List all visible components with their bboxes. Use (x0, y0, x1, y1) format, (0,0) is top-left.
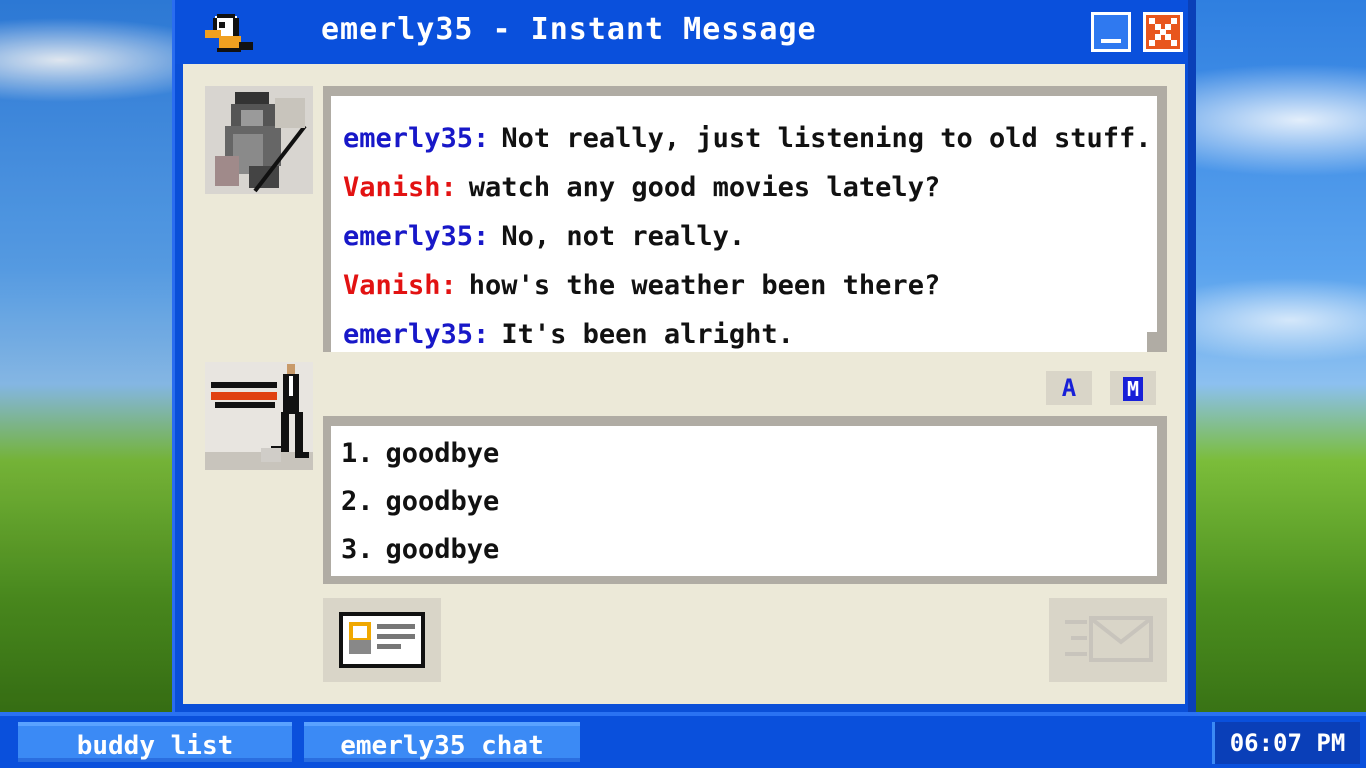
message-text: Not really, just listening to old stuff. (501, 123, 1152, 154)
reply-option[interactable]: 2. goodbye (341, 478, 1157, 526)
taskbar: buddy list emerly35 chat 06:07 PM (0, 712, 1366, 768)
message-text: how's the weather been there? (468, 270, 941, 301)
taskbar-chat-window[interactable]: emerly35 chat (304, 722, 580, 762)
send-button[interactable] (1049, 598, 1167, 682)
chat-message: emerly35: No, not really. (343, 212, 1157, 261)
style-button-label: M (1122, 377, 1144, 401)
message-text: watch any good movies lately? (468, 172, 941, 203)
minimize-button[interactable] (1091, 12, 1131, 52)
message-sender: Vanish: (343, 270, 457, 301)
reply-text: goodbye (385, 438, 500, 469)
buddy-avatar (205, 86, 313, 194)
user-avatar (205, 362, 313, 470)
profile-button[interactable] (323, 598, 441, 682)
close-button[interactable] (1143, 12, 1183, 52)
reply-number: 3. (341, 534, 374, 565)
envelope-send-icon (1065, 616, 1153, 662)
chat-message: Vanish: how's the weather been there? (343, 261, 1157, 310)
chat-log[interactable]: emerly35: Not really, just listening to o… (323, 86, 1167, 352)
message-sender: emerly35: (343, 221, 490, 252)
reply-text: goodbye (385, 486, 500, 517)
reply-options-list: 1. goodbye 2. goodbye 3. goodbye (331, 426, 1157, 576)
window-client-area: emerly35: Not really, just listening to o… (183, 64, 1185, 704)
chat-message: emerly35: Not really, just listening to o… (343, 114, 1157, 163)
instant-message-window: emerly35 - Instant Message emerly35: Not… (172, 0, 1196, 712)
style-button[interactable]: M (1107, 368, 1159, 408)
profile-card-icon (339, 612, 425, 668)
taskbar-buddy-list[interactable]: buddy list (18, 722, 292, 762)
font-button-label: A (1061, 374, 1077, 402)
reply-option[interactable]: 3. goodbye (341, 526, 1157, 574)
message-sender: emerly35: (343, 319, 490, 350)
window-title: emerly35 - Instant Message (321, 12, 817, 47)
reply-text: goodbye (385, 534, 500, 565)
reply-number: 1. (341, 438, 374, 469)
duck-icon (205, 14, 253, 52)
chat-log-content: emerly35: Not really, just listening to o… (331, 96, 1157, 352)
truncated-previous-message (343, 96, 1157, 114)
message-text: It's been alright. (501, 319, 794, 350)
reply-option[interactable]: 1. goodbye (341, 430, 1157, 478)
close-icon (1149, 18, 1177, 46)
chat-scrollbar-thumb[interactable] (1147, 332, 1157, 352)
reply-number: 2. (341, 486, 374, 517)
desktop-background (0, 0, 172, 720)
reply-options: 1. goodbye 2. goodbye 3. goodbye (323, 416, 1167, 584)
message-sender: Vanish: (343, 172, 457, 203)
chat-message: emerly35: It's been alright. (343, 310, 1157, 352)
font-button[interactable]: A (1043, 368, 1095, 408)
message-sender: emerly35: (343, 123, 490, 154)
message-text: No, not really. (501, 221, 746, 252)
chat-message: Vanish: watch any good movies lately? (343, 163, 1157, 212)
taskbar-clock: 06:07 PM (1212, 722, 1360, 764)
title-bar[interactable]: emerly35 - Instant Message (175, 0, 1188, 64)
